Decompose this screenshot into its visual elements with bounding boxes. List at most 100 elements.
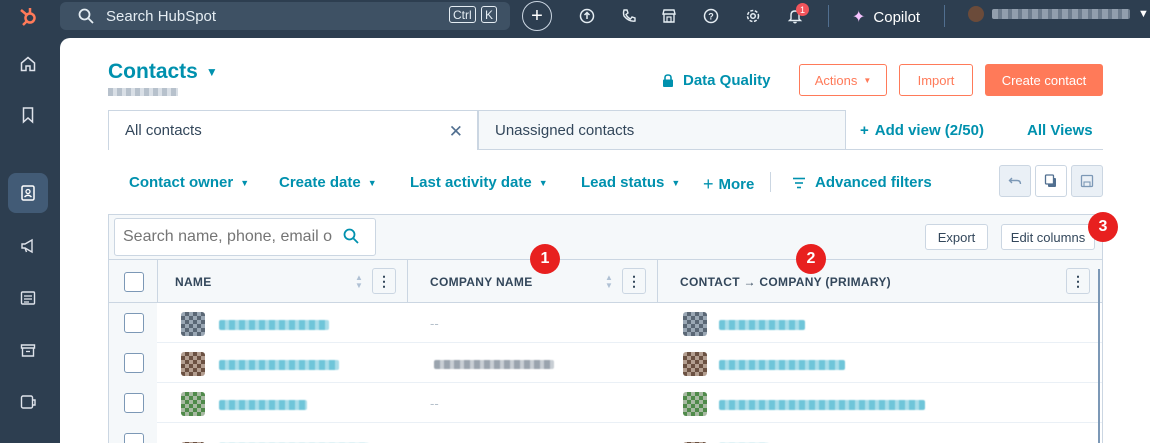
copy-icon (1044, 174, 1056, 187)
filter-lead-status[interactable]: Lead status ▼ (581, 174, 680, 191)
upgrade-icon[interactable] (578, 7, 596, 25)
add-view-button[interactable]: + Add view (2/50) (860, 122, 984, 139)
table-row: -- (109, 383, 1102, 423)
table-search-input[interactable] (114, 218, 376, 256)
record-count-redacted (108, 88, 178, 96)
column-options-button[interactable]: ⋮ (1066, 268, 1090, 294)
filter-lines-icon (793, 177, 805, 188)
svg-text:?: ? (708, 12, 714, 22)
contact-name-link-redacted[interactable] (219, 400, 307, 410)
tabs-divider (846, 149, 1103, 150)
global-search-bar[interactable]: Search HubSpot (60, 2, 510, 30)
phone-icon[interactable] (620, 7, 638, 25)
column-options-button[interactable]: ⋮ (622, 268, 646, 294)
search-icon (78, 8, 94, 24)
export-button[interactable]: Export (925, 224, 988, 250)
create-new-button[interactable]: + (522, 1, 552, 31)
company-logo (683, 312, 707, 336)
page-title: Contacts (108, 60, 198, 83)
filter-label: Create date (279, 174, 361, 191)
annotation-marker-2: 2 (796, 244, 826, 274)
caret-down-icon: ▼ (367, 177, 377, 188)
row-checkbox[interactable] (124, 433, 144, 443)
column-header-company-name[interactable]: COMPANY NAME (430, 260, 533, 303)
caret-down-icon: ▼ (205, 65, 218, 79)
filter-create-date[interactable]: Create date ▼ (279, 174, 377, 191)
actions-dropdown-button[interactable]: Actions ▼ (799, 64, 887, 96)
company-link-redacted[interactable] (719, 320, 805, 330)
main-content-panel: Contacts ▼ Data Quality Actions ▼ Import… (60, 38, 1150, 443)
empty-company-value: -- (430, 316, 439, 331)
tab-label: All contacts (125, 122, 202, 139)
company-link-redacted[interactable] (719, 360, 845, 370)
sort-arrows-icon[interactable]: ▲ ▼ (355, 274, 363, 290)
lock-icon (663, 74, 673, 87)
contact-name-link-redacted[interactable] (219, 320, 329, 330)
plus-icon: + (860, 122, 869, 139)
content-icon[interactable] (18, 288, 38, 308)
data-quality-label: Data Quality (683, 72, 771, 89)
commerce-store-icon[interactable] (18, 340, 38, 360)
table-scrollbar[interactable] (1098, 269, 1100, 443)
hubspot-logo-icon[interactable] (14, 4, 42, 28)
company-name-value-redacted (434, 360, 554, 369)
contacts-icon[interactable] (18, 183, 38, 203)
caret-down-icon: ▼ (671, 177, 681, 188)
close-icon[interactable]: ✕ (449, 122, 463, 142)
row-checkbox[interactable] (124, 353, 144, 373)
table-header: NAME ▲ ▼ ⋮ COMPANY NAME ▲ ▼ ⋮ CONTACT → CO… (109, 259, 1102, 303)
notifications-count-badge: 1 (796, 3, 809, 16)
search-icon[interactable] (343, 228, 359, 244)
account-menu[interactable]: ▼ (968, 6, 1149, 22)
reports-icon[interactable] (18, 392, 38, 412)
home-icon[interactable] (18, 54, 38, 74)
empty-company-value: -- (430, 396, 439, 411)
column-header-primary-company[interactable]: CONTACT → COMPANY (PRIMARY) (680, 260, 891, 303)
more-filters-button[interactable]: + More (703, 174, 754, 195)
sort-arrows-icon[interactable]: ▲ ▼ (605, 274, 613, 290)
caret-down-icon: ▼ (863, 75, 872, 85)
advanced-filters-button[interactable]: Advanced filters (792, 174, 932, 191)
marketplace-icon[interactable] (660, 7, 678, 25)
row-checkbox[interactable] (124, 393, 144, 413)
company-logo (683, 352, 707, 376)
chevron-down-icon: ▼ (1138, 8, 1149, 20)
filter-contact-owner[interactable]: Contact owner ▼ (129, 174, 249, 191)
marketing-megaphone-icon[interactable] (18, 236, 38, 256)
all-views-link[interactable]: All Views (1027, 122, 1093, 139)
contact-name-link-redacted[interactable] (219, 360, 339, 370)
save-view-button[interactable] (1071, 165, 1103, 197)
help-icon[interactable]: ? (702, 7, 720, 25)
copilot-label: Copilot (873, 8, 921, 26)
select-all-checkbox[interactable] (124, 272, 144, 292)
top-navigation-bar: Search HubSpot Ctrl K + ? 1 ✦ Copilot ▼ (0, 0, 1150, 32)
search-label: Search HubSpot (106, 7, 217, 25)
filter-last-activity-date[interactable]: Last activity date ▼ (410, 174, 548, 191)
avatar (181, 312, 205, 336)
tab-unassigned-contacts[interactable]: Unassigned contacts (478, 110, 846, 150)
row-checkbox[interactable] (124, 313, 144, 333)
data-quality-link[interactable]: Data Quality (662, 72, 771, 89)
undo-button[interactable] (999, 165, 1031, 197)
add-view-label: Add view (2/50) (874, 122, 984, 139)
column-options-button[interactable]: ⋮ (372, 268, 396, 294)
duplicate-view-button[interactable] (1035, 165, 1067, 197)
avatar (181, 392, 205, 416)
filter-label: Contact owner (129, 174, 234, 191)
copilot-button[interactable]: ✦ Copilot (852, 7, 920, 27)
settings-gear-icon[interactable] (744, 7, 762, 25)
import-button[interactable]: Import (899, 64, 973, 96)
table-row (109, 343, 1102, 383)
edit-columns-button[interactable]: Edit columns (1001, 224, 1095, 250)
create-contact-button[interactable]: Create contact (985, 64, 1103, 96)
page-title-dropdown[interactable]: Contacts ▼ (108, 60, 218, 84)
company-link-redacted[interactable] (719, 400, 925, 410)
caret-down-icon: ▼ (538, 177, 548, 188)
bookmark-icon[interactable] (18, 105, 38, 125)
account-name-redacted (992, 9, 1130, 19)
filter-label: Advanced filters (815, 174, 932, 191)
topbar-divider (944, 5, 945, 27)
tab-all-contacts[interactable]: All contacts ✕ (108, 110, 478, 150)
column-header-name[interactable]: NAME (175, 260, 212, 303)
column-divider (157, 260, 158, 303)
